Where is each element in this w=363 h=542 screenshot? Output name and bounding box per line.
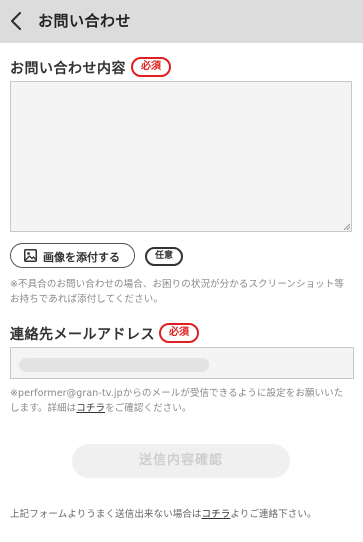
footer-suffix: よりご連絡下さい。 bbox=[230, 509, 317, 520]
confirm-submit-button[interactable]: 送信内容確認 bbox=[72, 444, 290, 478]
email-field[interactable] bbox=[10, 347, 354, 379]
image-icon bbox=[24, 249, 37, 262]
email-settings-link[interactable]: コチラ bbox=[76, 403, 105, 414]
back-button[interactable] bbox=[4, 7, 32, 35]
attach-button-label: 画像を添付する bbox=[43, 251, 120, 264]
optional-badge: 任意 bbox=[145, 247, 184, 266]
header-bar: お問い合わせ bbox=[0, 0, 363, 43]
attachment-note: ※不具合のお問い合わせの場合、お困りの状況が分かるスクリーンショット等 お持ちで… bbox=[10, 277, 344, 307]
inquiry-textarea[interactable] bbox=[10, 81, 352, 232]
inquiry-label: お問い合わせ内容 bbox=[10, 61, 126, 77]
email-label: 連絡先メールアドレス bbox=[10, 327, 155, 343]
footer-prefix: 上記フォームよりうまく送信出来ない場合は bbox=[10, 509, 202, 520]
page-title: お問い合わせ bbox=[38, 12, 132, 30]
required-badge: 必須 bbox=[159, 323, 199, 343]
email-note-suffix: をご確認ください。 bbox=[105, 403, 192, 414]
chevron-left-icon bbox=[10, 11, 22, 31]
attach-image-button[interactable]: 画像を添付する bbox=[10, 243, 135, 268]
resize-grip-icon[interactable] bbox=[344, 224, 350, 230]
attachment-note-line2: お持ちであれば添付してください。 bbox=[10, 294, 163, 305]
email-note-line2: します。詳細はコチラをご確認ください。 bbox=[10, 401, 343, 416]
required-badge: 必須 bbox=[131, 57, 171, 77]
contact-link[interactable]: コチラ bbox=[202, 509, 231, 520]
attachment-note-line1: ※不具合のお問い合わせの場合、お困りの状況が分かるスクリーンショット等 bbox=[10, 279, 344, 290]
email-note-line1: ※performer@gran-tv.jpからのメールが受信できるように設定をお… bbox=[10, 388, 344, 399]
email-note-prefix: します。詳細は bbox=[10, 403, 77, 414]
email-note: ※performer@gran-tv.jpからのメールが受信できるように設定をお… bbox=[10, 386, 343, 416]
email-value-masked bbox=[19, 358, 209, 372]
footer-note: 上記フォームよりうまく送信出来ない場合はコチラよりご連絡下さい。 bbox=[10, 506, 317, 520]
